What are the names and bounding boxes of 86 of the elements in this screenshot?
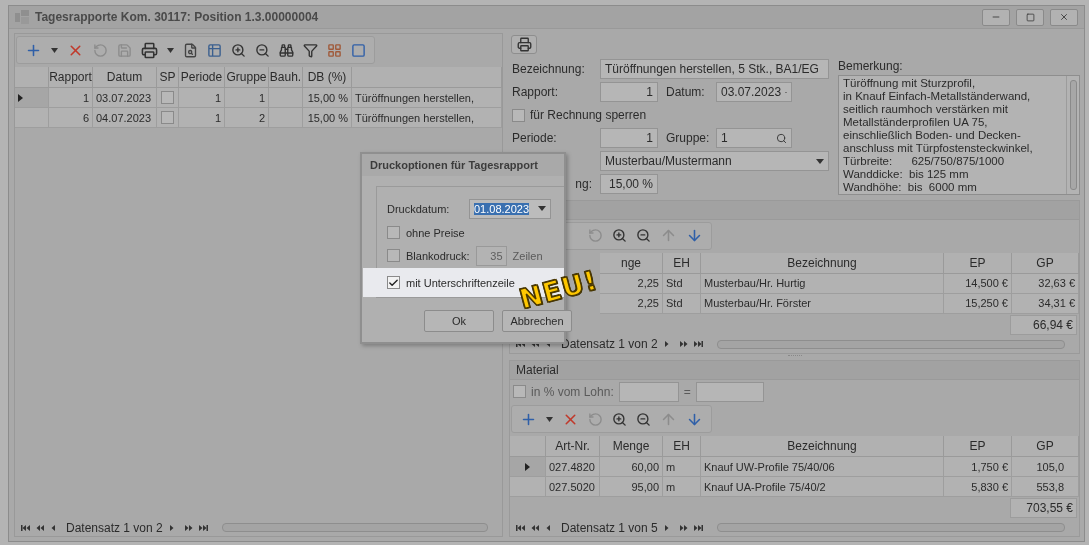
checkbox-label: ohne Preise (406, 226, 465, 239)
dialog-title: Druckoptionen für Tagesrapport (362, 154, 564, 176)
equals-sign: = (683, 384, 691, 399)
column-header[interactable]: GP (1012, 252, 1079, 274)
column-header[interactable]: SP (157, 67, 179, 88)
window-title: Tagesrapporte Kom. 30117: Position 1.3.00000004 (35, 10, 320, 24)
new-label: NEU! (516, 266, 601, 313)
table-cell: 5,830 € (944, 477, 1012, 497)
table-cell: 553,8 (1012, 477, 1079, 497)
column-header[interactable]: Bezeichnung (701, 436, 944, 457)
column-header[interactable]: nge (600, 252, 663, 274)
table-cell: 2,25 (600, 273, 663, 294)
print-date-field[interactable]: 01.08.2023 (469, 198, 551, 219)
group-field[interactable]: 1 (716, 128, 792, 149)
column-header[interactable]: EP (944, 436, 1012, 457)
table-cell: 027.5020 (546, 477, 600, 497)
column-header[interactable]: Bezeichnung (701, 252, 944, 274)
column-header[interactable]: EH (663, 436, 701, 457)
record-counter: Datensatz 1 von 5 (561, 520, 658, 535)
checkbox-label: Blankodruck: (406, 249, 470, 262)
report-number-field[interactable]: 1 (600, 82, 658, 103)
column-header[interactable]: Menge (600, 436, 663, 457)
table-cell: 027.4820 (546, 457, 600, 477)
field-label: Periode: (512, 131, 558, 146)
table-cell: 60,00 (600, 457, 663, 477)
table-cell: 32,63 € (1012, 273, 1079, 294)
checkbox-label: mit Unterschriftenzeile (406, 276, 515, 289)
table-cell: 04.07.2023 (93, 108, 157, 128)
remark-text[interactable]: Türöffnung mit Sturzprofil, in Knauf Einfach-Metallständerwand, seitlich raumhoch verstärken mit Metallständerprofilen UA 75, einschließlich Boden- und Decken- anschluss mit Türpfostensteckwinkel, Türbreite: 625/750/875/1000 Wanddicke: bis 125 mm Wandhöhe: bis 6000 mm (839, 75, 1066, 194)
total-value: 66,94 € (1010, 314, 1077, 335)
column-header[interactable]: DB (%) (303, 67, 352, 88)
table-cell: 15,250 € (944, 293, 1012, 314)
field-label: ng: (574, 177, 592, 192)
table-cell: 2,25 (600, 293, 663, 314)
table-cell: 34,31 € (1012, 293, 1079, 314)
table-cell: Musterbau/Hr. Förster (701, 293, 944, 314)
description-field[interactable]: Türöffnungen herstellen, 5 Stk., BA1/EG (600, 59, 829, 80)
total-value: 703,55 € (1010, 498, 1077, 518)
column-header[interactable]: Datum (93, 67, 157, 88)
table-cell: Türöffnungen herstellen, (352, 108, 502, 128)
column-header[interactable]: GP (1012, 436, 1079, 457)
table-cell: Knauf UA-Profile 75/40/2 (701, 477, 944, 497)
dialog-button[interactable]: Abbrechen (502, 310, 572, 332)
table-cell: 6 (49, 108, 93, 128)
field-label: Rapport: (512, 85, 560, 100)
margin-field[interactable]: 15,00 % (600, 174, 658, 195)
date-field[interactable]: 03.07.2023 (716, 82, 792, 103)
table-cell: 1 (179, 108, 225, 128)
table-cell: m (663, 457, 701, 477)
table-cell: Std (663, 293, 701, 314)
table-cell: 105,0 (1012, 457, 1079, 477)
column-header[interactable]: EH (663, 252, 701, 274)
column-header[interactable]: Periode (179, 67, 225, 88)
table-cell: 1 (49, 88, 93, 108)
checkbox-label: für Rechnung sperren (530, 108, 647, 123)
field-label: Bezeichnung: (512, 62, 586, 77)
checkbox-label: in % vom Lohn: (531, 384, 614, 399)
table-cell: 1 (225, 88, 269, 108)
table-cell: Knauf UW-Profile 75/40/06 (701, 457, 944, 477)
section-title: Material (516, 363, 559, 377)
column-header[interactable]: Art-Nr. (546, 436, 600, 457)
client-dropdown[interactable]: Musterbau/Mustermann (600, 151, 829, 172)
period-field[interactable]: 1 (600, 128, 658, 149)
table-cell: 15,00 % (303, 108, 352, 128)
table-cell: 1,750 € (944, 457, 1012, 477)
column-header[interactable]: Rapport (49, 67, 93, 88)
table-cell: 95,00 (600, 477, 663, 497)
table-cell: 2 (225, 108, 269, 128)
table-cell: Türöffnungen herstellen, (352, 88, 502, 108)
table-cell: 14,500 € (944, 273, 1012, 294)
unit-label: Zeilen (512, 249, 543, 262)
column-header[interactable]: Gruppe (225, 67, 269, 88)
field-label: Datum: (666, 85, 706, 100)
field-label: Bemerkung: (838, 58, 904, 75)
table-cell: m (663, 477, 701, 497)
table-cell: Std (663, 273, 701, 294)
table-cell: Musterbau/Hr. Hurtig (701, 273, 944, 294)
column-header[interactable]: EP (944, 252, 1012, 274)
table-cell: 03.07.2023 (93, 88, 157, 108)
dialog-button[interactable]: Ok (424, 310, 494, 332)
record-counter: Datensatz 1 von 2 (66, 520, 163, 535)
field-label: Druckdatum: (387, 202, 451, 215)
table-cell: 1 (179, 88, 225, 108)
field-label: Gruppe: (666, 131, 708, 146)
column-header[interactable]: Bauh. (269, 67, 303, 88)
table-cell: 15,00 % (303, 88, 352, 108)
